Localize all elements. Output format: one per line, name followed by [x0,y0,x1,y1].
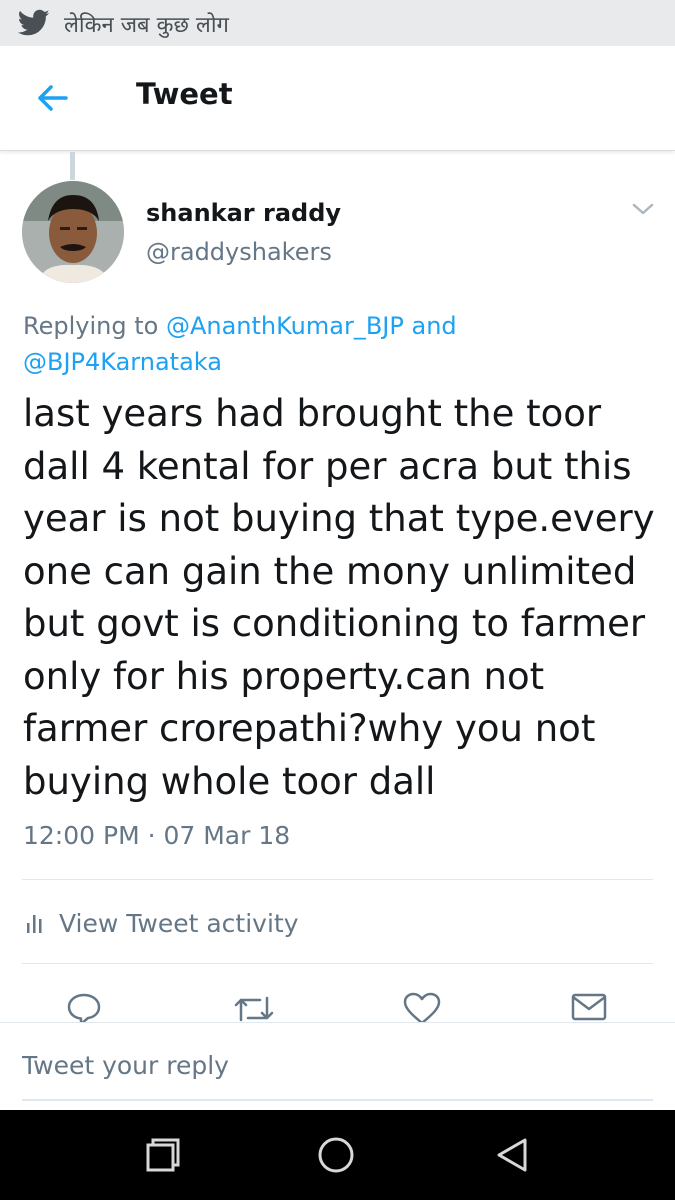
view-tweet-activity-link[interactable]: View Tweet activity [23,903,299,943]
mention-link-bjp4karnataka[interactable]: @BJP4Karnataka [23,348,222,376]
replying-to: Replying to @AnanthKumar_BJP and @BJP4Ka… [23,308,583,380]
notification-bar[interactable]: लेकिन जब कुछ लोग [0,0,675,46]
direct-message-icon[interactable] [570,992,608,1022]
author-name[interactable]: shankar raddy [146,199,341,227]
notification-text: लेकिन जब कुछ लोग [64,13,229,38]
author-handle[interactable]: @raddyshakers [146,238,332,266]
reply-composer [0,1022,675,1111]
divider [22,963,653,964]
replying-to-conjunction[interactable]: and [411,312,456,340]
tweet-timestamp: 12:00 PM · 07 Mar 18 [23,821,291,850]
recent-apps-icon[interactable] [143,1135,183,1175]
divider [22,879,653,880]
tweet-text: last years had brought the toor dall 4 k… [23,392,655,803]
reply-input-underline [22,1099,653,1101]
tweet-actions [0,986,675,1022]
like-icon[interactable] [402,992,442,1022]
arrow-left-icon[interactable] [30,76,76,120]
thread-connector [70,152,75,180]
reply-icon[interactable] [66,992,102,1022]
mention-link-ananthkumar[interactable]: @AnanthKumar_BJP [166,312,404,340]
bar-chart-icon [27,915,42,933]
retweet-icon[interactable] [232,992,276,1022]
page-title: Tweet [136,77,233,111]
reply-input[interactable] [22,1045,652,1085]
back-triangle-icon[interactable] [494,1135,530,1175]
system-navigation-bar [0,1110,675,1200]
chevron-down-icon[interactable] [630,200,656,218]
home-icon[interactable] [316,1135,356,1175]
app-bar: Tweet [0,46,675,151]
twitter-bird-icon [18,9,50,36]
avatar[interactable] [22,181,124,283]
replying-to-label: Replying to [23,312,159,340]
view-tweet-activity-label: View Tweet activity [59,908,299,938]
avatar-photo [22,181,124,283]
